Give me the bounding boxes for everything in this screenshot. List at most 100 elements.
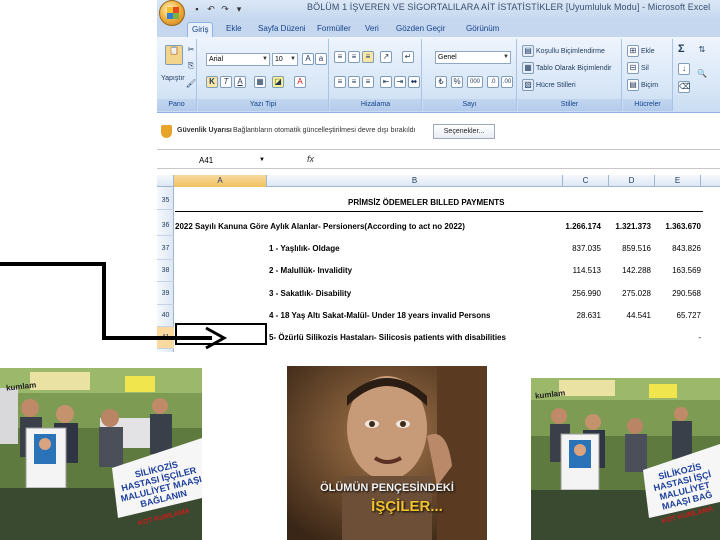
redo-icon[interactable]: ↷: [219, 3, 231, 15]
font-size-select[interactable]: 10 ▼: [272, 53, 298, 66]
table-format-button[interactable]: Tablo Olarak Biçimlendir: [536, 63, 611, 74]
cell-value[interactable]: 1.321.373: [599, 222, 651, 231]
fill-icon[interactable]: ↓: [678, 63, 690, 75]
percent-button[interactable]: %: [451, 76, 463, 88]
row-label[interactable]: 3 - Sakatlık- Disability: [269, 289, 351, 298]
cell-value[interactable]: 44.541: [599, 311, 651, 320]
clear-icon[interactable]: ⌫: [678, 81, 690, 93]
cell-styles-button[interactable]: Hücre Stilleri: [536, 80, 576, 91]
column-header-d[interactable]: D: [609, 175, 655, 187]
align-right-icon[interactable]: ≡: [362, 76, 374, 88]
insert-button[interactable]: Ekle: [641, 46, 655, 57]
row-label[interactable]: 2022 Sayılı Kanuna Göre Aylık Alanlar- P…: [175, 222, 465, 231]
grow-font-icon[interactable]: A: [302, 53, 314, 65]
paste-icon[interactable]: 📋: [165, 45, 183, 65]
underline-button[interactable]: A: [234, 76, 246, 88]
cell-value[interactable]: 28.631: [549, 311, 601, 320]
cell-value[interactable]: 859.516: [599, 244, 651, 253]
office-button[interactable]: [159, 0, 185, 26]
row-label[interactable]: 5- Özürlü Silikozis Hastaları- Silicosis…: [269, 333, 506, 342]
align-center-icon[interactable]: ≡: [348, 76, 360, 88]
cell-value[interactable]: 275.028: [599, 289, 651, 298]
tab-veri[interactable]: Veri: [361, 22, 383, 37]
row-header[interactable]: 35: [157, 192, 174, 210]
cell-value[interactable]: 256.990: [549, 289, 601, 298]
currency-icon[interactable]: ₺: [435, 76, 447, 88]
cell-value[interactable]: 163.569: [649, 266, 701, 275]
row-label[interactable]: 4 - 18 Yaş Altı Sakat-Malül- Under 18 ye…: [269, 311, 490, 320]
font-color-icon[interactable]: A: [294, 76, 306, 88]
delete-button[interactable]: Sil: [641, 63, 649, 74]
column-header-b[interactable]: B: [267, 175, 563, 187]
borders-icon[interactable]: ▦: [254, 76, 266, 88]
tab-formuller[interactable]: Formüller: [313, 22, 355, 37]
orientation-icon[interactable]: ↗: [380, 51, 392, 63]
cell-value[interactable]: 290.568: [649, 289, 701, 298]
row-header[interactable]: 37: [157, 238, 174, 260]
tab-ekle[interactable]: Ekle: [222, 22, 246, 37]
tab-gorunum[interactable]: Görünüm: [462, 22, 503, 37]
shrink-font-icon[interactable]: a: [315, 53, 327, 65]
cell-value[interactable]: 1.266.174: [549, 222, 601, 231]
column-headers: A B C D E: [157, 175, 720, 187]
tab-giris[interactable]: Giriş: [187, 22, 214, 37]
cell-value[interactable]: 843.826: [649, 244, 701, 253]
fill-color-icon[interactable]: ◪: [272, 76, 284, 88]
merge-center-icon[interactable]: ⬌: [408, 76, 420, 88]
cut-icon[interactable]: ✂: [185, 45, 197, 57]
select-all-corner[interactable]: [157, 175, 174, 187]
conditional-format-button[interactable]: Koşullu Biçimlendirme: [536, 46, 605, 57]
paste-button[interactable]: Yapıştır: [161, 73, 185, 84]
row-header[interactable]: 38: [157, 260, 174, 282]
qat-menu-icon[interactable]: ▾: [233, 3, 245, 15]
align-middle-icon[interactable]: ≡: [348, 51, 360, 63]
row-label[interactable]: 2 - Malullük- Invalidity: [269, 266, 352, 275]
row-header[interactable]: 41: [157, 327, 174, 349]
cell-value[interactable]: 65.727: [649, 311, 701, 320]
find-icon[interactable]: 🔍: [696, 69, 708, 81]
indent-decrease-icon[interactable]: ⇤: [380, 76, 392, 88]
cell-value[interactable]: -: [649, 333, 701, 342]
format-painter-icon[interactable]: 🖌: [185, 79, 197, 91]
row-header[interactable]: 36: [157, 216, 174, 236]
cell-value[interactable]: 114.513: [549, 266, 601, 275]
bold-button[interactable]: K: [206, 76, 218, 88]
row-label[interactable]: 1 - Yaşlılık- Oldage: [269, 244, 340, 253]
row-header[interactable]: 40: [157, 305, 174, 327]
number-format-select[interactable]: Genel ▼: [435, 51, 511, 64]
options-button[interactable]: Seçenekler...: [433, 124, 495, 139]
save-icon[interactable]: ▪: [191, 3, 203, 15]
name-box[interactable]: A41 ▼: [159, 154, 269, 168]
cell-value[interactable]: 142.288: [599, 266, 651, 275]
format-button[interactable]: Biçim: [641, 80, 658, 91]
wrap-text-icon[interactable]: ↵: [402, 51, 414, 63]
copy-icon[interactable]: ⎘: [185, 61, 197, 73]
column-header-e[interactable]: E: [655, 175, 701, 187]
row-header[interactable]: 39: [157, 283, 174, 305]
font-name-select[interactable]: Arial ▼: [206, 53, 270, 66]
align-bottom-icon[interactable]: ≡: [362, 51, 374, 63]
security-title: Güvenlik Uyarısı: [177, 127, 232, 134]
align-left-icon[interactable]: ≡: [334, 76, 346, 88]
undo-icon[interactable]: ↶: [205, 3, 217, 15]
tab-gozden-gecir[interactable]: Gözden Geçir: [392, 22, 449, 37]
cell-value[interactable]: 837.035: [549, 244, 601, 253]
sort-filter-icon[interactable]: ⇅: [696, 45, 708, 57]
indent-increase-icon[interactable]: ⇥: [394, 76, 406, 88]
align-top-icon[interactable]: ≡: [334, 51, 346, 63]
row-label-text: 2 - Malullük- Invalidity: [269, 266, 353, 275]
increase-decimal-icon[interactable]: .0: [487, 76, 499, 88]
decrease-decimal-icon[interactable]: .00: [501, 76, 513, 88]
column-header-a[interactable]: A: [174, 175, 267, 187]
italic-button[interactable]: T: [220, 76, 232, 88]
selected-cell-a41[interactable]: [175, 323, 267, 345]
fx-icon[interactable]: fx: [307, 154, 314, 164]
table-heading[interactable]: PRİMSİZ ÖDEMELER BILLED PAYMENTS: [348, 198, 504, 207]
autosum-button[interactable]: Σ: [678, 44, 685, 55]
cell-value[interactable]: 1.363.670: [649, 222, 701, 231]
protest-photo-left: kumlam SİLİKOZİS HASTASI İŞÇİLER MALULİY…: [0, 368, 202, 540]
column-header-c[interactable]: C: [563, 175, 609, 187]
cell-styles-icon: ▧: [522, 79, 534, 91]
thousands-button[interactable]: 000: [467, 76, 483, 88]
tab-sayfa-duzeni[interactable]: Sayfa Düzeni: [254, 22, 310, 37]
